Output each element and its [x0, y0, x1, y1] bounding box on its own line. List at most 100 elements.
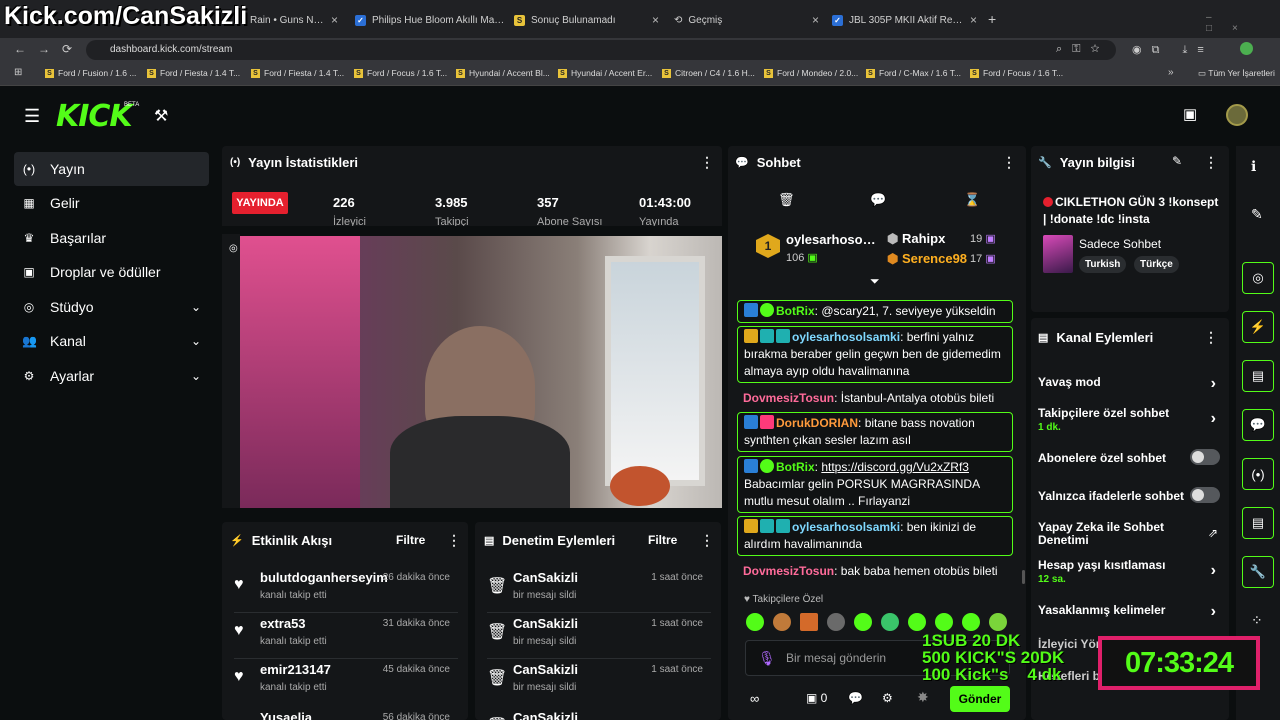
chat-message[interactable]: DorukDORIAN: bitane bass novation syntht…	[737, 412, 1013, 452]
emote-icon[interactable]	[746, 613, 764, 631]
gifter-3[interactable]: ⬢ Serence98	[887, 251, 967, 267]
ai-moderation-row[interactable]: Yapay Zeka ile Sohbet Denetimi	[1038, 521, 1188, 547]
chat-username[interactable]: oylesarhosolsamki	[792, 330, 900, 344]
emotes-only-row[interactable]: Yalnızca ifadelerle sohbet	[1038, 487, 1224, 503]
more-bookmarks-icon[interactable]: »	[1168, 67, 1174, 78]
info-icon[interactable]: ℹ	[1251, 158, 1256, 175]
more-options-icon[interactable]: ⋮	[700, 532, 714, 549]
settings-badge-icon[interactable]: ✸	[917, 689, 929, 706]
top-gifter-name[interactable]: oylesarhosols...	[786, 232, 878, 247]
collapse-icon[interactable]: ⏷	[870, 274, 880, 289]
menu-icon[interactable]: ☰	[24, 106, 40, 127]
rail-moderation-button[interactable]: ▤	[1242, 360, 1274, 392]
subscribers-only-row[interactable]: Abonelere özel sohbet	[1038, 449, 1224, 465]
address-bar-icons[interactable]: ⌕⚿☆	[1056, 43, 1110, 56]
browser-tab[interactable]: ⟲ Geçmiş ×	[674, 8, 819, 32]
sidebar-item-kanal[interactable]: 👥 Kanal ⌄	[14, 324, 209, 358]
emote-icon[interactable]	[935, 613, 953, 631]
bookmark-item[interactable]: S Ford / Fiesta / 1.4 T...	[251, 68, 344, 78]
external-link-icon[interactable]: ⇗	[1208, 526, 1218, 540]
more-icon[interactable]: ⁘	[1251, 612, 1263, 629]
chat-message[interactable]: BotRix: @scary21, 7. seviyeye yükseldin	[737, 300, 1013, 323]
extension-icons[interactable]: ◉⧉ ⤓≡	[1132, 43, 1214, 57]
moderation-filter-button[interactable]: Filtre	[648, 533, 677, 547]
sidebar-item-studyo[interactable]: ◎ Stüdyo ⌄	[14, 290, 209, 324]
tab-close-icon[interactable]: ×	[970, 13, 977, 27]
moderation-row[interactable]: 🗑 CanSakizli 1 saat önce bir mesajı sildi	[475, 656, 715, 702]
stream-preview[interactable]	[240, 236, 722, 508]
chat-message[interactable]: oylesarhosolsamki: ben ikinizi de alırdı…	[737, 516, 1013, 556]
kick-logo[interactable]: KICK	[56, 99, 133, 134]
chat-username[interactable]: DovmesizTosun	[743, 391, 834, 405]
camera-icon[interactable]: ▣	[1183, 105, 1197, 123]
slow-mode-row[interactable]: Yavaş mod ›	[1038, 375, 1224, 392]
rail-info-button[interactable]: 🔧	[1242, 556, 1274, 588]
window-controls[interactable]: –□×	[1206, 12, 1280, 34]
tab-close-icon[interactable]: ×	[331, 13, 338, 27]
address-bar[interactable]: dashboard.kick.com/stream	[86, 40, 1116, 60]
chat-username[interactable]: DovmesizTosun	[743, 564, 834, 578]
rail-stats-button[interactable]: (•)	[1242, 458, 1274, 490]
edit-icon[interactable]: ✎	[1251, 206, 1263, 223]
activity-filter-button[interactable]: Filtre	[396, 533, 425, 547]
mic-icon[interactable]: 🎙	[758, 650, 776, 667]
bookmark-item[interactable]: S Hyundai / Accent Bl...	[456, 68, 550, 78]
bookmark-item[interactable]: S Ford / Mondeo / 2.0...	[764, 68, 858, 78]
chat-link[interactable]: https://discord.gg/Vu2xZRf3	[821, 460, 969, 474]
bookmark-item[interactable]: S Ford / Focus / 1.6 T...	[354, 68, 447, 78]
tag-chip[interactable]: Türkçe	[1134, 256, 1179, 273]
points-icon[interactable]: ∞	[750, 691, 759, 706]
moderation-row[interactable]: 🗑 CanSakizli	[475, 704, 715, 720]
tab-close-icon[interactable]: ×	[652, 13, 659, 27]
emote-icon[interactable]	[989, 613, 1007, 631]
rail-activity-button[interactable]: ⚡	[1242, 311, 1274, 343]
more-options-icon[interactable]: ⋮	[447, 532, 461, 549]
more-options-icon[interactable]: ⋮	[1002, 154, 1016, 171]
chat-username[interactable]: BotRix	[776, 304, 815, 318]
chat-bubble-icon[interactable]: 💬	[848, 691, 863, 705]
sidebar-item-droplar[interactable]: ▣ Droplar ve ödüller	[14, 255, 209, 289]
browser-tab[interactable]: ✓ Philips Hue Bloom Akıllı Masa L	[355, 8, 505, 32]
browser-tab[interactable]: ✓ JBL 305P MKII Aktif Referans M ×	[832, 8, 977, 32]
rail-chat-button[interactable]: 💬	[1242, 409, 1274, 441]
moderation-row[interactable]: 🗑 CanSakizli 1 saat önce bir mesajı sildi	[475, 610, 715, 656]
chat-message[interactable]: DovmesizTosun: bak baba hemen otobüs bil…	[737, 561, 1013, 582]
activity-row[interactable]: ♥ bulutdoganherseyim 26 dakika önce kanalı …	[222, 564, 462, 610]
gifter-2[interactable]: ⬢ Rahipx	[887, 231, 945, 247]
emote-icon[interactable]	[800, 613, 818, 631]
bookmark-item[interactable]: S Citroen / C4 / 1.6 H...	[662, 68, 755, 78]
nav-buttons[interactable]: ←→⟳	[14, 42, 84, 56]
send-button[interactable]: Gönder	[950, 686, 1010, 712]
all-bookmarks-link[interactable]: ▭ Tüm Yer İşaretleri	[1198, 68, 1275, 79]
emote-icon[interactable]	[908, 613, 926, 631]
chat-message[interactable]: oylesarhosolsamki: berfini yalnız bırakm…	[737, 326, 1013, 383]
category-name[interactable]: Sadece Sohbet	[1079, 237, 1161, 251]
emote-icon[interactable]	[962, 613, 980, 631]
activity-row[interactable]: ♥ emir213147 45 dakika önce kanalı takip et…	[222, 656, 462, 702]
bookmark-item[interactable]: S Ford / Focus / 1.6 T...	[970, 68, 1063, 78]
apps-icon[interactable]: ⊞	[14, 67, 22, 78]
hammer-icon[interactable]: ⚒	[154, 106, 168, 126]
chat-username[interactable]: oylesarhosolsamki	[792, 520, 900, 534]
more-options-icon[interactable]: ⋮	[1204, 329, 1218, 346]
chat-scrollbar[interactable]	[1022, 570, 1025, 584]
new-tab-button[interactable]: +	[988, 11, 996, 27]
subscribers-only-toggle[interactable]	[1190, 449, 1220, 465]
banned-words-row[interactable]: Yasaklanmış kelimeler ›	[1038, 603, 1224, 620]
chat-message[interactable]: DovmesizTosun: İstanbul-Antalya otobüs b…	[737, 388, 1013, 409]
browser-tab[interactable]: Rain • Guns N' R ×	[250, 8, 338, 32]
hourglass-icon[interactable]: ⌛	[964, 192, 980, 208]
emote-icon[interactable]	[881, 613, 899, 631]
chat-username[interactable]: BotRix	[776, 460, 815, 474]
bookmark-item[interactable]: S Ford / C-Max / 1.6 T...	[866, 68, 961, 78]
sidebar-item-basarilar[interactable]: ♛ Başarılar	[14, 221, 209, 255]
edit-icon[interactable]: ✎	[1172, 154, 1182, 168]
emote-icon[interactable]	[773, 613, 791, 631]
gift-counter[interactable]: ▣ 0	[806, 691, 827, 705]
sidebar-item-ayarlar[interactable]: ⚙ Ayarlar ⌄	[14, 359, 209, 393]
profile-avatar[interactable]	[1240, 42, 1253, 55]
browser-tab[interactable]: S Sonuç Bulunamadı ×	[514, 8, 659, 32]
activity-row[interactable]: ♥ extra53 31 dakika önce kanalı takip etti	[222, 610, 462, 656]
sidebar-item-gelir[interactable]: ▦ Gelir	[14, 186, 209, 220]
emote-icon[interactable]	[854, 613, 872, 631]
